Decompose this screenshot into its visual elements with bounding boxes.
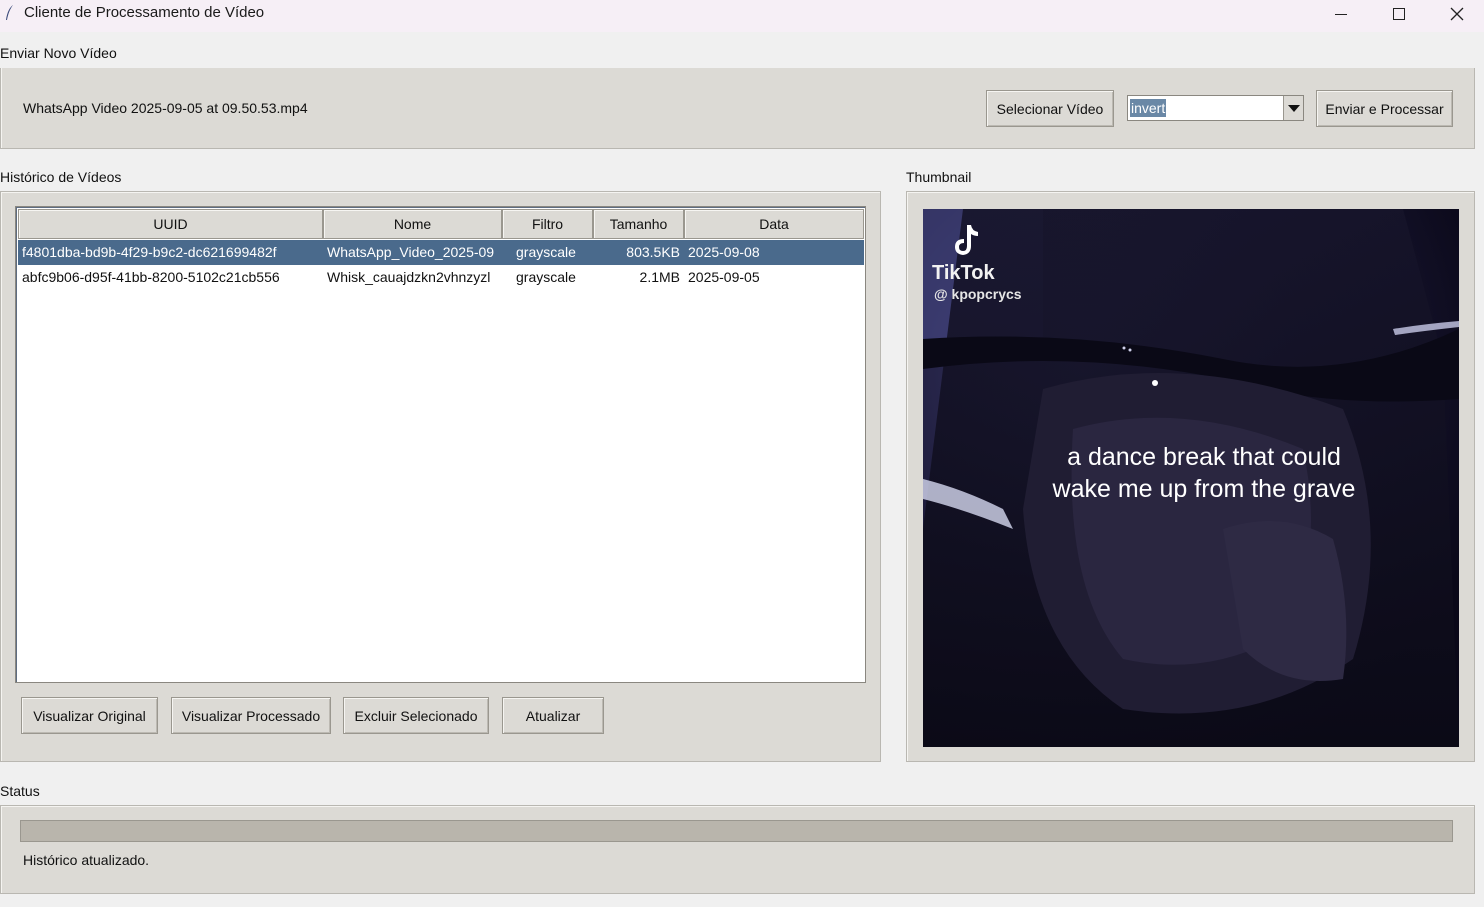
column-header-uuid[interactable]: UUID — [18, 209, 323, 239]
status-frame-label: Status — [0, 783, 40, 799]
upload-frame-label-text: Enviar Novo Vídeo — [0, 45, 117, 61]
select-video-button[interactable]: Selecionar Vídeo — [986, 90, 1114, 127]
refresh-button[interactable]: Atualizar — [502, 697, 604, 734]
cell-date: 2025-09-05 — [688, 269, 760, 285]
minimize-button[interactable] — [1312, 0, 1370, 28]
cell-filter: grayscale — [516, 244, 576, 260]
column-header-nome[interactable]: Nome — [323, 209, 502, 239]
close-button[interactable] — [1428, 0, 1484, 28]
thumbnail-frame-label: Thumbnail — [906, 169, 972, 185]
history-frame-label: Histórico de Vídeos — [0, 169, 122, 185]
thumbnail-caption: a dance break that could wake me up from… — [1052, 443, 1356, 503]
cell-uuid: abfc9b06-d95f-41bb-8200-5102c21cb556 — [22, 269, 280, 285]
table-row[interactable]: f4801dba-bd9b-4f29-b9c2-dc621699482f Wha… — [18, 240, 864, 265]
minimize-icon — [1335, 13, 1347, 15]
thumbnail-image: TikTok @ kpopcrycs a dance break that co… — [923, 209, 1459, 747]
cell-size: 803.5KB — [626, 244, 680, 260]
maximize-icon — [1393, 8, 1405, 20]
combobox-dropdown-button[interactable] — [1283, 96, 1303, 120]
selected-file-label: WhatsApp Video 2025-09-05 at 09.50.53.mp… — [23, 100, 308, 116]
cell-name: Whisk_cauajdzkn2vhnzyzl — [327, 269, 491, 285]
delete-selected-button[interactable]: Excluir Selecionado — [343, 697, 489, 734]
column-header-tamanho[interactable]: Tamanho — [593, 209, 684, 239]
feather-icon — [6, 5, 13, 20]
submit-process-button[interactable]: Enviar e Processar — [1316, 90, 1453, 127]
column-header-data[interactable]: Data — [684, 209, 864, 239]
chevron-down-icon — [1287, 104, 1300, 112]
filter-value: invert — [1130, 99, 1167, 117]
tiktok-logo-text: TikTok — [932, 262, 995, 284]
view-original-button[interactable]: Visualizar Original — [21, 697, 158, 734]
maximize-button[interactable] — [1370, 0, 1428, 28]
cell-uuid: f4801dba-bd9b-4f29-b9c2-dc621699482f — [22, 244, 277, 260]
video-history-table[interactable]: UUID Nome Filtro Tamanho Data f4801dba-b… — [15, 206, 866, 683]
tiktok-handle: @ kpopcrycs — [934, 286, 1022, 302]
column-header-filtro[interactable]: Filtro — [502, 209, 593, 239]
window-title: Cliente de Processamento de Vídeo — [24, 4, 265, 21]
filter-combobox[interactable]: invert — [1127, 95, 1304, 121]
status-frame — [0, 805, 1475, 894]
cell-filter: grayscale — [516, 269, 576, 285]
table-header: UUID Nome Filtro Tamanho Data — [18, 209, 864, 239]
close-icon — [1450, 7, 1464, 21]
progress-bar — [20, 820, 1453, 842]
cell-date: 2025-09-08 — [688, 244, 760, 260]
cell-name: WhatsApp_Video_2025-09 — [327, 244, 495, 260]
table-row[interactable]: abfc9b06-d95f-41bb-8200-5102c21cb556 Whi… — [18, 265, 864, 290]
view-processed-button[interactable]: Visualizar Processado — [171, 697, 331, 734]
tiktok-logo-icon — [955, 225, 978, 255]
title-bar: Cliente de Processamento de Vídeo — [0, 0, 1484, 32]
status-message: Histórico atualizado. — [23, 852, 150, 868]
cell-size: 2.1MB — [639, 269, 680, 285]
